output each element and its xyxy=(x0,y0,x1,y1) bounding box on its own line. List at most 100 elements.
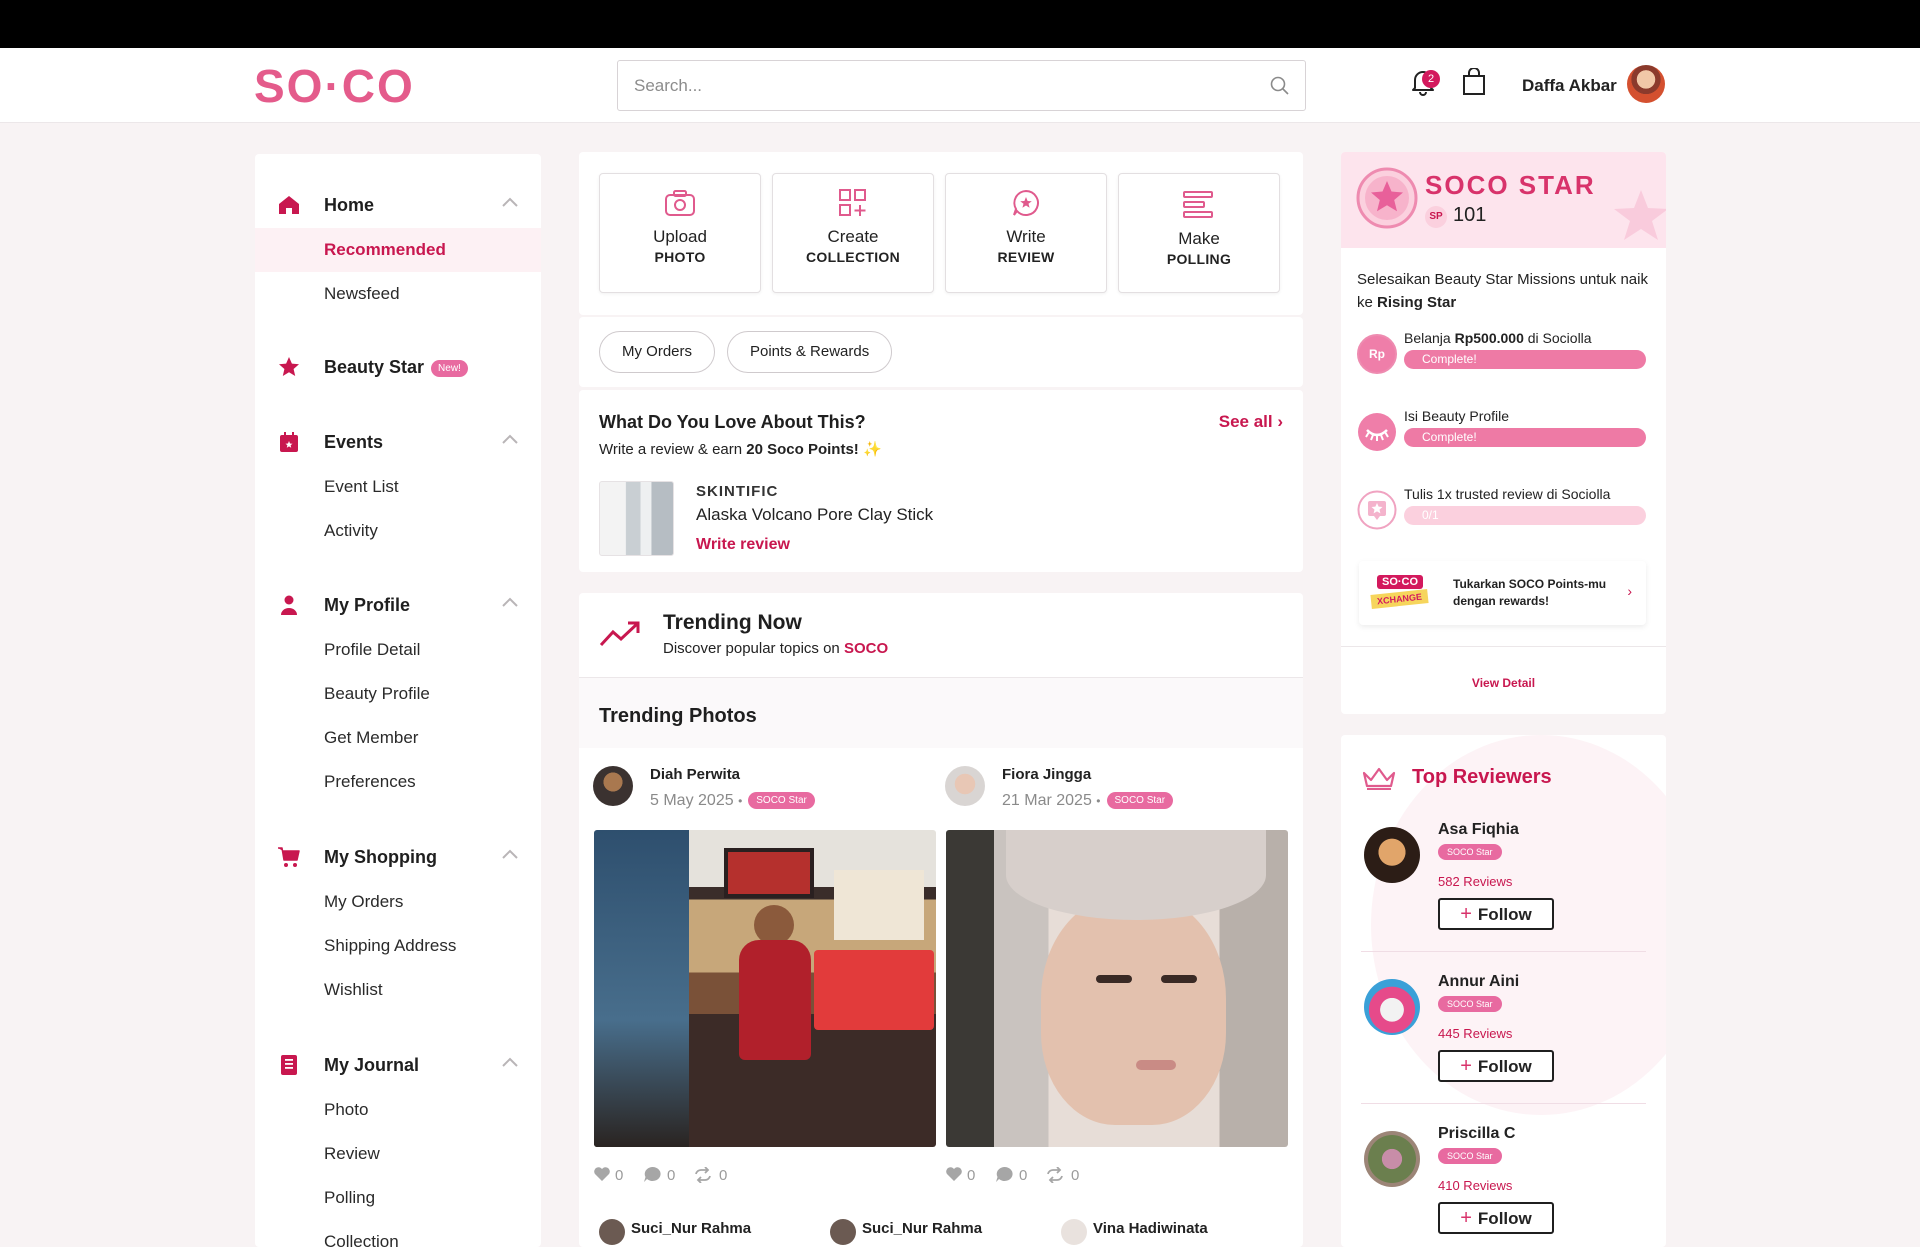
review-count: 445 Reviews xyxy=(1438,1026,1513,1041)
product-name[interactable]: Alaska Volcano Pore Clay Stick xyxy=(696,505,933,525)
shopping-bag-icon[interactable] xyxy=(1462,68,1486,96)
sidebar-item-beauty-profile[interactable]: Beauty Profile xyxy=(255,672,541,716)
create-collection-button[interactable]: Create COLLECTION xyxy=(772,173,934,293)
decor-star-icon xyxy=(1614,190,1666,240)
poster-avatar[interactable] xyxy=(1061,1219,1087,1245)
reviewer-avatar[interactable] xyxy=(1364,979,1420,1035)
heart-icon[interactable] xyxy=(593,1166,611,1182)
soco-logo[interactable]: SO·CO xyxy=(254,62,415,110)
poster-name[interactable]: Suci_Nur Rahma xyxy=(862,1220,982,1237)
sidebar-item-get-member[interactable]: Get Member xyxy=(255,716,541,760)
comment-icon[interactable] xyxy=(995,1166,1013,1183)
reviewer-avatar[interactable] xyxy=(1364,1131,1420,1187)
poster-name[interactable]: Suci_Nur Rahma xyxy=(631,1220,751,1237)
soco-star-header: SOCO STAR SP 101 xyxy=(1341,152,1666,248)
chevron-up-icon[interactable] xyxy=(501,1056,519,1068)
eyelash-icon xyxy=(1358,413,1396,451)
sidebar-item-newsfeed[interactable]: Newsfeed xyxy=(255,272,541,316)
trending-card: Trending Now Discover popular topics on … xyxy=(579,593,1303,1247)
make-polling-button[interactable]: Make POLLING xyxy=(1118,173,1280,293)
post-photo[interactable] xyxy=(946,830,1288,1147)
review-count: 582 Reviews xyxy=(1438,874,1513,889)
divider xyxy=(1361,1103,1646,1104)
sidebar-item-recommended[interactable]: Recommended xyxy=(255,228,541,272)
poster-avatar[interactable] xyxy=(830,1219,856,1245)
user-avatar[interactable] xyxy=(1627,65,1665,103)
soco-star-badge: SOCO Star xyxy=(748,792,815,809)
see-all-link[interactable]: See all › xyxy=(1219,412,1283,432)
journal-icon xyxy=(281,1055,297,1075)
window-area xyxy=(594,830,689,1147)
sidebar-header-home[interactable]: Home xyxy=(255,190,541,220)
xchange-logo-top: SO·CO xyxy=(1377,575,1424,589)
sidebar-item-photo[interactable]: Photo xyxy=(255,1088,541,1132)
sidebar-header-my-profile[interactable]: My Profile xyxy=(255,590,541,620)
reviewer-name[interactable]: Annur Aini xyxy=(1438,973,1519,991)
top-reviewers-card: Top Reviewers Asa Fiqhia SOCO Star 582 R… xyxy=(1341,735,1666,1247)
user-name[interactable]: Daffa Akbar xyxy=(1522,76,1617,96)
sidebar-header-my-journal[interactable]: My Journal xyxy=(255,1050,541,1080)
trending-subtitle-prefix: Discover popular topics on xyxy=(663,640,844,657)
sidebar-item-review[interactable]: Review xyxy=(255,1132,541,1176)
xchange-logo-bottom: XCHANGE xyxy=(1370,589,1429,609)
sidebar-section-home: Home Recommended Newsfeed xyxy=(255,190,541,316)
mission-label-bold: Rp500.000 xyxy=(1454,330,1524,346)
follow-button[interactable]: + Follow xyxy=(1438,1050,1554,1082)
poster-avatar[interactable] xyxy=(945,766,985,806)
search-input[interactable] xyxy=(618,61,1238,110)
comment-icon[interactable] xyxy=(643,1166,661,1183)
my-orders-pill[interactable]: My Orders xyxy=(599,331,716,373)
mission-text-target: Rising Star xyxy=(1377,294,1457,311)
sidebar-item-event-list[interactable]: Event List xyxy=(255,465,541,509)
share-icon[interactable] xyxy=(1045,1167,1065,1183)
follow-button[interactable]: + Follow xyxy=(1438,1202,1554,1234)
points-rewards-pill[interactable]: Points & Rewards xyxy=(727,331,893,373)
reviewer-name[interactable]: Asa Fiqhia xyxy=(1438,821,1519,839)
sidebar-header-my-shopping[interactable]: My Shopping xyxy=(255,842,541,872)
poster-avatar[interactable] xyxy=(593,766,633,806)
write-review-link[interactable]: Write review xyxy=(696,536,790,554)
share-icon[interactable] xyxy=(693,1167,713,1183)
upload-photo-button[interactable]: Upload PHOTO xyxy=(599,173,761,293)
product-image[interactable] xyxy=(599,481,674,556)
sidebar-header-beauty-star[interactable]: Beauty Star New! xyxy=(255,352,541,382)
reviewer-item: Priscilla C SOCO Star 410 Reviews + Follo… xyxy=(1341,1125,1666,1247)
heart-icon[interactable] xyxy=(945,1166,963,1182)
poster-avatar[interactable] xyxy=(599,1219,625,1245)
sidebar-item-wishlist[interactable]: Wishlist xyxy=(255,968,541,1012)
sidebar-item-my-orders[interactable]: My Orders xyxy=(255,880,541,924)
trending-title: Trending Now xyxy=(663,611,802,634)
chevron-up-icon[interactable] xyxy=(501,596,519,608)
poster-name[interactable]: Diah Perwita xyxy=(650,766,740,783)
reviewer-name[interactable]: Priscilla C xyxy=(1438,1125,1515,1143)
post-photo[interactable] xyxy=(594,830,936,1147)
search-icon[interactable] xyxy=(1269,75,1291,97)
sidebar-item-polling[interactable]: Polling xyxy=(255,1176,541,1220)
chevron-up-icon[interactable] xyxy=(501,196,519,208)
view-detail-link[interactable]: View Detail xyxy=(1341,676,1666,690)
reviewer-avatar[interactable] xyxy=(1364,827,1420,883)
poster-name[interactable]: Fiora Jingga xyxy=(1002,766,1091,783)
follow-button[interactable]: + Follow xyxy=(1438,898,1554,930)
new-badge: New! xyxy=(431,360,468,377)
sidebar-title-beauty-star: Beauty Star New! xyxy=(324,357,468,378)
photo-label: PHOTO xyxy=(654,249,706,265)
sidebar-item-profile-detail[interactable]: Profile Detail xyxy=(255,628,541,672)
sidebar-item-preferences[interactable]: Preferences xyxy=(255,760,541,804)
red-bench xyxy=(814,950,934,1030)
sidebar-item-collection[interactable]: Collection xyxy=(255,1220,541,1247)
mission-item: Tulis 1x trusted review di Sociolla 0/1 xyxy=(1357,486,1652,530)
eye xyxy=(1096,975,1132,983)
soco-xchange-banner[interactable]: SO·CO XCHANGE Tukarkan SOCO Points-mu de… xyxy=(1359,561,1646,625)
soco-star-medal-icon xyxy=(1356,167,1418,229)
sidebar-header-events[interactable]: Events xyxy=(255,427,541,457)
chevron-up-icon[interactable] xyxy=(501,848,519,860)
person-icon xyxy=(281,595,297,615)
write-review-button[interactable]: Write REVIEW xyxy=(945,173,1107,293)
chevron-up-icon[interactable] xyxy=(501,433,519,445)
polling-label: POLLING xyxy=(1166,251,1232,267)
poster-name[interactable]: Vina Hadiwinata xyxy=(1093,1220,1208,1237)
post-date-text: 21 Mar 2025 xyxy=(1002,792,1092,809)
sidebar-item-shipping-address[interactable]: Shipping Address xyxy=(255,924,541,968)
sidebar-item-activity[interactable]: Activity xyxy=(255,509,541,553)
